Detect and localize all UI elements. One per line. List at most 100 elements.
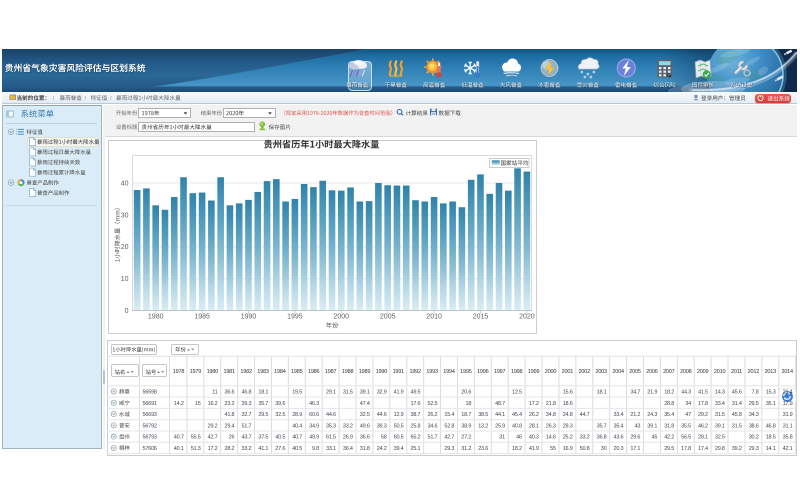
svg-text:1999: 1999: [528, 369, 540, 375]
svg-text:29.8: 29.8: [715, 446, 725, 452]
svg-text:49.6: 49.6: [360, 423, 370, 429]
svg-text:37.5: 37.5: [258, 435, 268, 441]
svg-text:1987: 1987: [325, 369, 337, 375]
svg-text:20.6: 20.6: [461, 389, 471, 395]
svg-text:45.6: 45.6: [732, 389, 742, 395]
svg-text:34: 34: [685, 401, 691, 407]
svg-text:43.7: 43.7: [241, 435, 251, 441]
svg-text:18.2: 18.2: [664, 389, 674, 395]
svg-text:39.6: 39.6: [275, 401, 285, 407]
svg-text:36.4: 36.4: [343, 446, 353, 452]
svg-text:28.8: 28.8: [664, 401, 674, 407]
svg-text:56792: 56792: [143, 423, 157, 429]
svg-text:60.5: 60.5: [394, 435, 404, 441]
svg-text:2020: 2020: [519, 313, 535, 320]
svg-text:31.8: 31.8: [664, 423, 674, 429]
svg-text:46.2: 46.2: [698, 423, 708, 429]
svg-text:17.2: 17.2: [208, 446, 218, 452]
svg-text:31.2: 31.2: [461, 446, 471, 452]
svg-text:24.3: 24.3: [647, 412, 657, 418]
svg-text:1984: 1984: [274, 369, 286, 375]
svg-text:1994: 1994: [443, 369, 455, 375]
svg-text:39.1: 39.1: [715, 423, 725, 429]
svg-text:31.5: 31.5: [715, 412, 725, 418]
svg-text:32.5: 32.5: [275, 412, 285, 418]
svg-text:35.4: 35.4: [613, 423, 623, 429]
svg-text:17.8: 17.8: [698, 401, 708, 407]
svg-text:18.2: 18.2: [512, 446, 522, 452]
svg-text:13.2: 13.2: [478, 423, 488, 429]
svg-text:65.2: 65.2: [410, 435, 420, 441]
svg-text:14.2: 14.2: [174, 401, 184, 407]
svg-text:/: /: [53, 96, 55, 102]
svg-text:2014: 2014: [781, 369, 793, 375]
svg-text:29.3: 29.3: [563, 423, 573, 429]
svg-text:56793: 56793: [143, 435, 157, 441]
svg-text:33.2: 33.2: [241, 446, 251, 452]
svg-text:1997: 1997: [494, 369, 506, 375]
svg-text:2010: 2010: [426, 313, 442, 320]
svg-text:36.6: 36.6: [360, 435, 370, 441]
svg-text:15: 15: [195, 401, 201, 407]
svg-text:35.8: 35.8: [783, 435, 793, 441]
svg-text:56691: 56691: [143, 401, 157, 407]
svg-text:18.5: 18.5: [766, 435, 776, 441]
svg-text:33.2: 33.2: [580, 435, 590, 441]
svg-text:1980: 1980: [148, 313, 164, 320]
svg-text:29.2: 29.2: [208, 423, 218, 429]
svg-text:38.5: 38.5: [478, 412, 488, 418]
svg-text:43.6: 43.6: [613, 435, 623, 441]
svg-text:1991: 1991: [393, 369, 405, 375]
svg-text:1985: 1985: [291, 369, 303, 375]
svg-text:27.2: 27.2: [461, 435, 471, 441]
svg-text:39.1: 39.1: [647, 423, 657, 429]
svg-text:23.6: 23.6: [478, 446, 488, 452]
svg-text:25.9: 25.9: [495, 423, 505, 429]
svg-text:51.7: 51.7: [427, 435, 437, 441]
svg-text:/: /: [110, 96, 112, 102]
svg-text:7.8: 7.8: [752, 389, 759, 395]
svg-text:2011: 2011: [731, 369, 742, 375]
svg-text:34.3: 34.3: [749, 412, 759, 418]
svg-text:46: 46: [516, 435, 522, 441]
svg-text:1981: 1981: [223, 369, 235, 375]
svg-text:1995: 1995: [460, 369, 472, 375]
svg-text:46.3: 46.3: [309, 401, 319, 407]
svg-text:38.6: 38.6: [749, 423, 759, 429]
svg-text:35.7: 35.7: [597, 423, 607, 429]
svg-text:35.3: 35.3: [326, 423, 336, 429]
svg-text:43: 43: [635, 423, 641, 429]
svg-text:57606: 57606: [143, 446, 157, 452]
svg-text:1979: 1979: [190, 369, 202, 375]
svg-text:17.4: 17.4: [698, 446, 708, 452]
svg-text:15.3: 15.3: [766, 389, 776, 395]
svg-text:14.1: 14.1: [766, 446, 776, 452]
svg-text:49.9: 49.9: [309, 435, 319, 441]
svg-text:17.8: 17.8: [681, 446, 691, 452]
svg-text:18.6: 18.6: [563, 401, 573, 407]
svg-text:35.5: 35.5: [681, 423, 691, 429]
svg-text:16.9: 16.9: [563, 446, 573, 452]
svg-text:44.1: 44.1: [495, 412, 505, 418]
svg-text:1992: 1992: [409, 369, 421, 375]
svg-text:1983: 1983: [257, 369, 269, 375]
svg-text:41.8: 41.8: [224, 412, 234, 418]
svg-text:56598: 56598: [143, 389, 157, 395]
svg-text:38.9: 38.9: [461, 423, 471, 429]
svg-text:28.2: 28.2: [224, 446, 234, 452]
svg-text:2013: 2013: [765, 369, 777, 375]
svg-text:1990: 1990: [376, 369, 388, 375]
svg-text:17.2: 17.2: [529, 401, 539, 407]
svg-text:29.3: 29.3: [444, 446, 454, 452]
svg-text:40.5: 40.5: [275, 435, 285, 441]
svg-text:2000: 2000: [545, 369, 557, 375]
svg-text:55: 55: [550, 446, 556, 452]
svg-text:17.6: 17.6: [410, 401, 420, 407]
svg-text:2009: 2009: [697, 369, 709, 375]
svg-text:1996: 1996: [477, 369, 489, 375]
svg-text:39.2: 39.2: [732, 446, 742, 452]
svg-text:40.7: 40.7: [292, 435, 302, 441]
svg-text:31.1: 31.1: [783, 423, 793, 429]
svg-text:34.8: 34.8: [546, 412, 556, 418]
svg-text:49.5: 49.5: [410, 389, 420, 395]
